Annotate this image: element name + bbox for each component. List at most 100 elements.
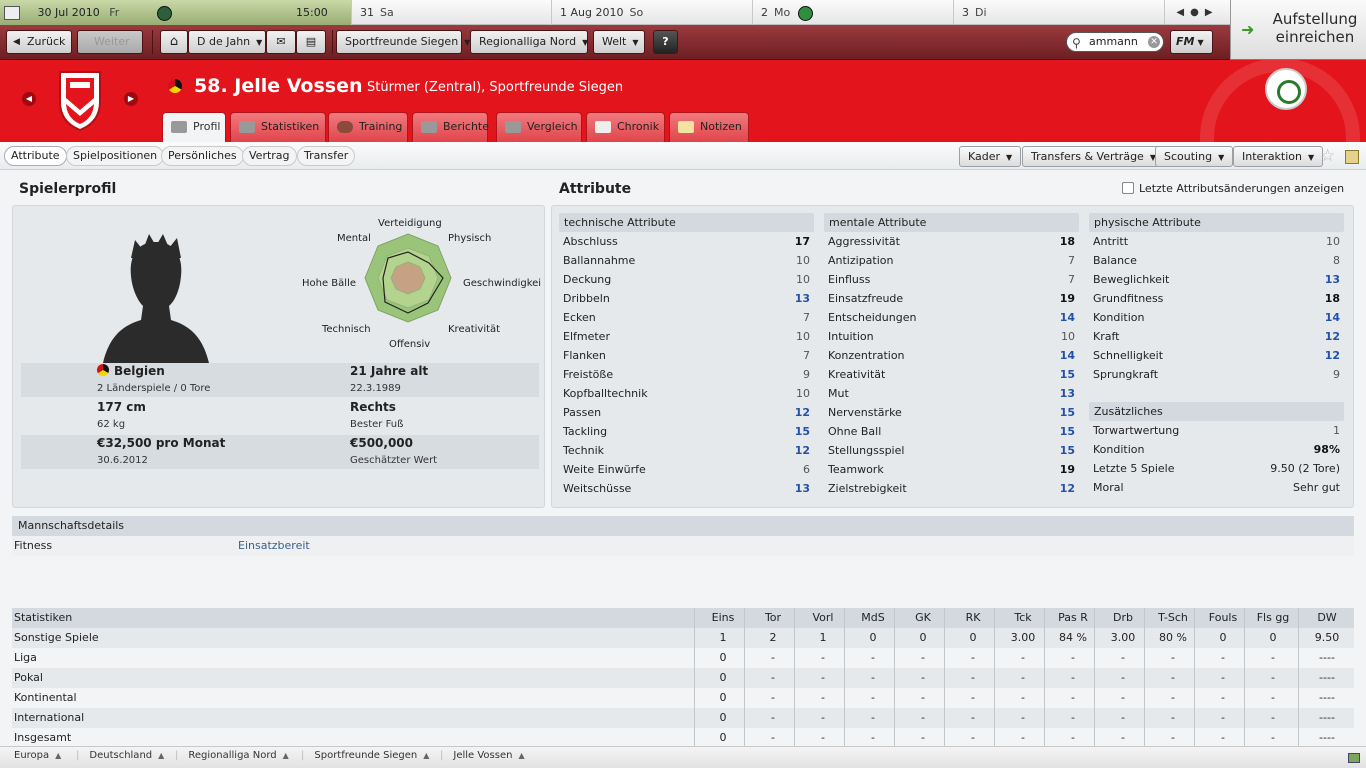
attribute-row[interactable]: Antritt 10 [1089, 232, 1344, 251]
calendar-day-today[interactable]: 30 Jul 2010 Fr 15:00 [0, 0, 352, 25]
subtab-transfer[interactable]: Transfer [297, 146, 356, 166]
search-input[interactable]: ammann [1089, 35, 1138, 48]
star-icon[interactable]: ☆ [1320, 146, 1335, 166]
interaktion-menu[interactable]: Interaktion ▼ [1233, 146, 1324, 167]
subtab-spielpositionen[interactable]: Spielpositionen [66, 146, 165, 166]
tab-training[interactable]: Training [328, 112, 408, 142]
status-icon[interactable] [1348, 753, 1360, 763]
prev-player-icon[interactable]: ◀ [22, 92, 36, 106]
nationality-cell[interactable]: Belgien 2 Länderspiele / 0 Tore [97, 364, 210, 394]
fm-menu[interactable]: FM ▼ [1170, 30, 1213, 54]
attribute-row[interactable]: Intuition 10 [824, 327, 1079, 346]
attribute-row[interactable]: Kopfballtechnik 10 [559, 384, 814, 403]
scouting-menu[interactable]: Scouting ▼ [1155, 146, 1234, 167]
attribute-row[interactable]: Abschluss 17 [559, 232, 814, 251]
next-player-icon[interactable]: ▶ [124, 92, 138, 106]
attribute-row[interactable]: Nervenstärke 15 [824, 403, 1079, 422]
attribute-row[interactable]: Tackling 15 [559, 422, 814, 441]
tab-berichte[interactable]: Berichte [412, 112, 489, 142]
breadcrumb-item[interactable]: | Jelle Vossen ▲ [440, 750, 525, 761]
tab-vergleich[interactable]: Vergleich [496, 112, 582, 142]
stat-cell: DW [1317, 611, 1337, 624]
calendar-day[interactable]: 1 Aug 2010 So [552, 0, 753, 25]
breadcrumb-item[interactable]: | Regionalliga Nord ▲ [175, 750, 289, 761]
subtab-vertrag[interactable]: Vertrag [242, 146, 297, 166]
continue-button[interactable]: ➜ Aufstellung einreichen [1230, 0, 1366, 60]
attribute-row[interactable]: Kondition 14 [1089, 308, 1344, 327]
calendar-day[interactable]: 31 Sa [352, 0, 552, 25]
attribute-row[interactable]: Kondition 98% [1089, 440, 1344, 459]
attribute-row[interactable]: Kreativität 15 [824, 365, 1079, 384]
attribute-row[interactable]: Freistöße 9 [559, 365, 814, 384]
league-badge-icon[interactable] [1265, 68, 1307, 110]
attribute-row[interactable]: Antizipation 7 [824, 251, 1079, 270]
attribute-row[interactable]: Einsatzfreude 19 [824, 289, 1079, 308]
add-shortlist-icon[interactable] [1345, 150, 1359, 164]
attribute-row[interactable]: Torwartwertung 1 [1089, 421, 1344, 440]
attribute-row[interactable]: Weite Einwürfe 6 [559, 460, 814, 479]
checkbox[interactable] [1122, 182, 1134, 194]
back-button[interactable]: ◀ Zurück [6, 30, 72, 54]
kader-menu[interactable]: Kader ▼ [959, 146, 1022, 167]
tab-profil[interactable]: Profil [162, 112, 226, 142]
calendar-icon[interactable] [4, 6, 20, 20]
attribute-row[interactable]: Elfmeter 10 [559, 327, 814, 346]
attribute-row[interactable]: Schnelligkeit 12 [1089, 346, 1344, 365]
tab-statistiken[interactable]: Statistiken [230, 112, 326, 142]
calendar-day[interactable]: 2 Mo [753, 0, 954, 25]
world-menu[interactable]: Welt ▼ [593, 30, 645, 54]
attribute-row[interactable]: Beweglichkeit 13 [1089, 270, 1344, 289]
clear-search-icon[interactable]: ✕ [1148, 36, 1160, 48]
attribute-row[interactable]: Moral Sehr gut [1089, 478, 1344, 497]
attribute-row[interactable]: Teamwork 19 [824, 460, 1079, 479]
attribute-row[interactable]: Dribbeln 13 [559, 289, 814, 308]
attribute-row[interactable]: Ecken 7 [559, 308, 814, 327]
attribute-row[interactable]: Ballannahme 10 [559, 251, 814, 270]
attribute-row[interactable]: Flanken 7 [559, 346, 814, 365]
attribute-row[interactable]: Konzentration 14 [824, 346, 1079, 365]
attribute-row[interactable]: Mut 13 [824, 384, 1079, 403]
inbox-button[interactable]: ✉ [266, 30, 296, 54]
attribute-row[interactable]: Sprungkraft 9 [1089, 365, 1344, 384]
club-crest-icon[interactable] [56, 68, 104, 132]
column-divider [1194, 688, 1195, 708]
club-menu[interactable]: Sportfreunde Siegen ▼ [336, 30, 470, 54]
breadcrumb-item[interactable]: | Deutschland ▲ [76, 750, 164, 761]
subtab-persoenliches[interactable]: Persönliches [161, 146, 244, 166]
tab-notizen[interactable]: Notizen [669, 112, 749, 142]
attribute-row[interactable]: Technik 12 [559, 441, 814, 460]
attribute-row[interactable]: Kraft 12 [1089, 327, 1344, 346]
attribute-row[interactable]: Aggressivität 18 [824, 232, 1079, 251]
breadcrumb-item[interactable]: Europa ▲ [14, 750, 61, 761]
help-button[interactable]: ? [653, 30, 678, 54]
tab-chronik[interactable]: Chronik [586, 112, 665, 142]
attribute-row[interactable]: Passen 12 [559, 403, 814, 422]
calendar-day[interactable]: 3 Di [954, 0, 1165, 25]
calendar-today-icon[interactable]: ● [1190, 7, 1205, 18]
forward-button[interactable]: Weiter [77, 30, 143, 54]
attribute-row[interactable]: Stellungsspiel 15 [824, 441, 1079, 460]
attribute-row[interactable]: Ohne Ball 15 [824, 422, 1079, 441]
attribute-row[interactable]: Letzte 5 Spiele 9.50 (2 Tore) [1089, 459, 1344, 478]
attribute-value: 9 [1333, 368, 1340, 381]
transfers-menu[interactable]: Transfers & Verträge ▼ [1022, 146, 1165, 167]
calendar-prev-icon[interactable]: ◀ [1176, 7, 1190, 18]
stat-cell: - [1121, 671, 1125, 684]
attribute-row[interactable]: Balance 8 [1089, 251, 1344, 270]
manager-menu[interactable]: D de Jahn ▼ [188, 30, 266, 54]
subtab-attribute[interactable]: Attribute [4, 146, 67, 166]
attribute-row[interactable]: Einfluss 7 [824, 270, 1079, 289]
news-button[interactable]: ▤ [296, 30, 326, 54]
calendar-next-icon[interactable]: ▶ [1205, 7, 1219, 18]
search-field[interactable]: ⚲ ammann ✕ [1066, 32, 1164, 52]
attribute-row[interactable]: Grundfitness 18 [1089, 289, 1344, 308]
fitness-value[interactable]: Einsatzbereit [238, 536, 310, 556]
attribute-changes-toggle[interactable]: Letzte Attributsänderungen anzeigen [1122, 182, 1344, 195]
home-button[interactable]: ⌂ [160, 30, 188, 54]
attribute-row[interactable]: Weitschüsse 13 [559, 479, 814, 498]
breadcrumb-item[interactable]: | Sportfreunde Siegen ▲ [301, 750, 429, 761]
attribute-row[interactable]: Zielstrebigkeit 12 [824, 479, 1079, 498]
attribute-row[interactable]: Entscheidungen 14 [824, 308, 1079, 327]
league-menu[interactable]: Regionalliga Nord ▼ [470, 30, 588, 54]
attribute-row[interactable]: Deckung 10 [559, 270, 814, 289]
